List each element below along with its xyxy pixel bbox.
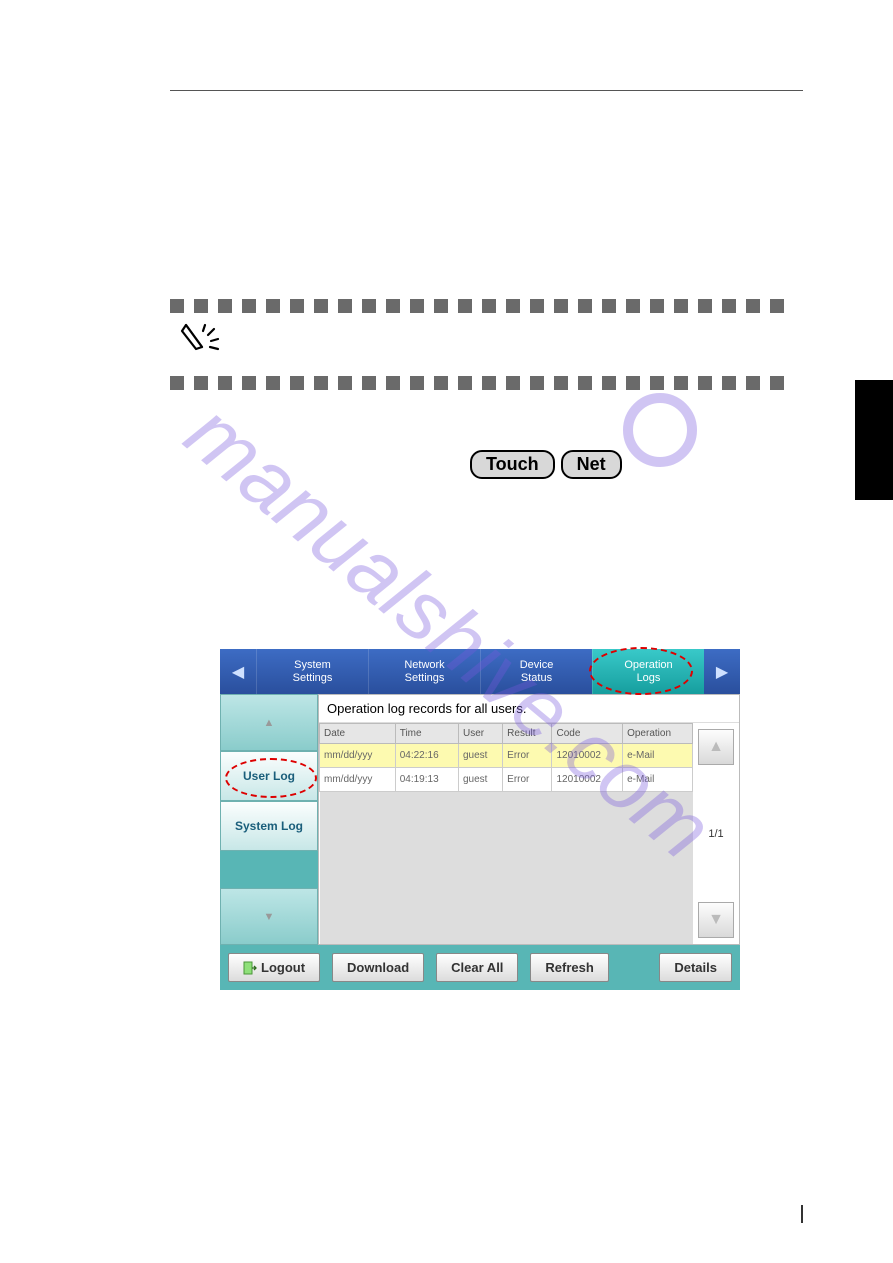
button-label: Details (674, 960, 717, 975)
side-scroll-up[interactable]: ▲ (220, 694, 318, 751)
document-page: Touch Net ◀ System Settings Network Sett… (0, 0, 893, 990)
cell-operation: e-Mail (623, 744, 693, 768)
cell-code: 12010002 (552, 768, 623, 792)
scroll-up-button[interactable]: ▲ (698, 729, 734, 765)
log-panel: Operation log records for all users. Dat… (318, 694, 740, 945)
nav-label-l2: Status (521, 672, 552, 684)
nav-next-icon[interactable]: ▶ (704, 649, 740, 694)
chevron-up-icon: ▲ (264, 717, 275, 729)
cell-date: mm/dd/yyy (320, 744, 396, 768)
cell-user: guest (458, 744, 502, 768)
net-badge: Net (561, 450, 622, 479)
col-result[interactable]: Result (503, 724, 552, 744)
dotted-divider-bottom (170, 376, 803, 390)
chevron-up-icon: ▲ (708, 738, 724, 756)
col-operation[interactable]: Operation (623, 724, 693, 744)
sidebar-system-log[interactable]: System Log (220, 801, 318, 851)
action-bar: Logout Download Clear All Refresh Detail… (220, 945, 740, 990)
nav-label-l1: Device (520, 659, 554, 671)
access-badges: Touch Net (470, 450, 803, 479)
touch-hand-icon (180, 321, 803, 368)
col-user[interactable]: User (458, 724, 502, 744)
col-code[interactable]: Code (552, 724, 623, 744)
nav-operation-logs[interactable]: Operation Logs (592, 649, 704, 694)
nav-prev-icon[interactable]: ◀ (220, 649, 256, 694)
table-scroll: ▲ 1/1 ▼ (693, 723, 739, 944)
download-button[interactable]: Download (332, 953, 424, 982)
col-time[interactable]: Time (395, 724, 458, 744)
nav-label-l1: Operation (624, 659, 672, 671)
nav-label-l2: Logs (637, 672, 661, 684)
nav-device-status[interactable]: Device Status (480, 649, 592, 694)
button-label: Refresh (545, 960, 593, 975)
top-nav: ◀ System Settings Network Settings Devic… (220, 649, 740, 694)
button-label: Logout (261, 960, 305, 975)
details-button[interactable]: Details (659, 953, 732, 982)
nav-label-l1: System (294, 659, 331, 671)
side-scroll-down[interactable]: ▼ (220, 888, 318, 945)
nav-label-l2: Settings (405, 672, 445, 684)
logout-button[interactable]: Logout (228, 953, 320, 982)
cell-result: Error (503, 768, 552, 792)
table-row[interactable]: mm/dd/yyy 04:19:13 guest Error 12010002 … (320, 768, 693, 792)
clear-all-button[interactable]: Clear All (436, 953, 518, 982)
sidebar-user-log[interactable]: User Log (220, 751, 318, 801)
button-label: Download (347, 960, 409, 975)
touch-badge: Touch (470, 450, 555, 479)
refresh-button[interactable]: Refresh (530, 953, 608, 982)
scroll-down-button[interactable]: ▼ (698, 902, 734, 938)
cell-code: 12010002 (552, 744, 623, 768)
sidebar-label: User Log (243, 769, 295, 783)
chevron-down-icon: ▼ (264, 911, 275, 923)
log-table: Date Time User Result Code Operation mm/… (319, 723, 693, 944)
cell-result: Error (503, 744, 552, 768)
nav-network-settings[interactable]: Network Settings (368, 649, 480, 694)
logout-icon (243, 961, 257, 975)
nav-label-l1: Network (404, 659, 444, 671)
operation-logs-screenshot: ◀ System Settings Network Settings Devic… (220, 649, 740, 990)
button-label: Clear All (451, 960, 503, 975)
cell-date: mm/dd/yyy (320, 768, 396, 792)
panel-title: Operation log records for all users. (319, 695, 739, 723)
cell-time: 04:19:13 (395, 768, 458, 792)
col-date[interactable]: Date (320, 724, 396, 744)
side-tabs: ▲ User Log System Log ▼ (220, 694, 318, 945)
cell-operation: e-Mail (623, 768, 693, 792)
cell-user: guest (458, 768, 502, 792)
page-number-rule: . (790, 1205, 803, 1223)
nav-system-settings[interactable]: System Settings (256, 649, 368, 694)
page-indicator: 1/1 (708, 828, 723, 840)
table-row[interactable]: mm/dd/yyy 04:22:16 guest Error 12010002 … (320, 744, 693, 768)
cell-time: 04:22:16 (395, 744, 458, 768)
chevron-down-icon: ▼ (708, 911, 724, 929)
header-rule (170, 90, 803, 91)
nav-label-l2: Settings (293, 672, 333, 684)
sidebar-label: System Log (235, 819, 303, 833)
dotted-divider-top (170, 299, 803, 313)
